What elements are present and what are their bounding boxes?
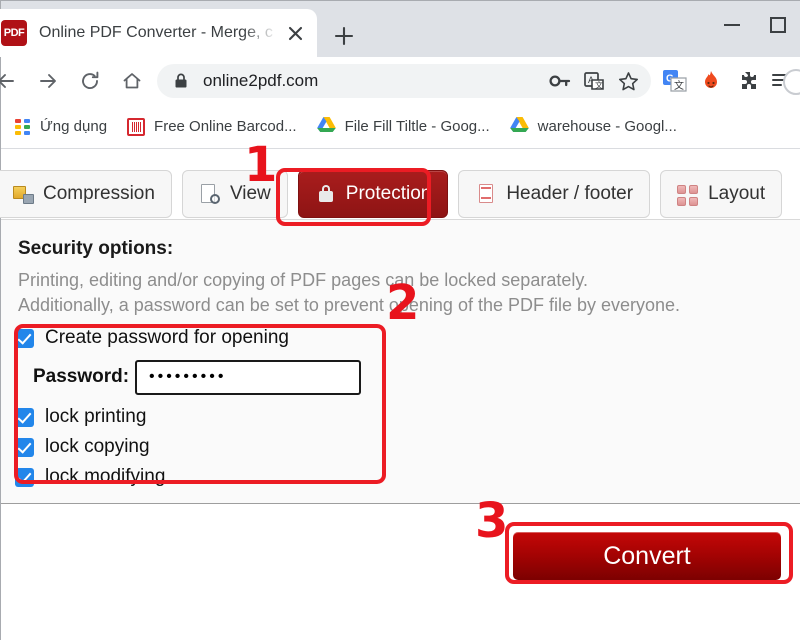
header-footer-icon [475, 183, 497, 205]
tab-label: Compression [43, 183, 155, 204]
bookmark-label: File Fill Tiltle - Goog... [344, 118, 490, 135]
google-translate-extension-icon[interactable]: G文 [657, 63, 693, 99]
checkbox-create-password[interactable] [15, 328, 34, 348]
option-label: lock modifying [45, 466, 166, 487]
options-tab-bar: Compression View Protection Header / foo… [0, 169, 800, 219]
convert-button[interactable]: Convert [511, 530, 783, 582]
bookmark-apps[interactable]: Ứng dụng [7, 112, 115, 142]
puzzle-extensions-icon[interactable] [729, 63, 765, 99]
checkbox-lock-copying[interactable] [15, 437, 34, 457]
fire-emoji-extension-icon[interactable] [693, 63, 729, 99]
option-create-password[interactable]: Create password for opening [15, 324, 387, 352]
tab-layout[interactable]: Layout [660, 170, 783, 218]
page-content: Compression View Protection Header / foo… [0, 149, 800, 640]
browser-window: PDF Online PDF Converter - Merge, c onli… [0, 0, 800, 640]
maximize-icon[interactable] [755, 5, 800, 45]
tab-protection[interactable]: Protection [297, 170, 449, 218]
annotation-number-3: 3 [475, 493, 509, 549]
back-arrow-icon[interactable] [0, 60, 27, 102]
reload-icon[interactable] [69, 60, 111, 102]
description-line-1: Printing, editing and/or copying of PDF … [18, 270, 589, 290]
tab-compression[interactable]: Compression [0, 170, 172, 218]
security-options-panel: Security options: Printing, editing and/… [1, 220, 800, 504]
option-label: lock printing [45, 406, 147, 427]
option-lock-printing[interactable]: lock printing [15, 403, 387, 431]
minimize-icon[interactable] [709, 5, 755, 45]
view-icon [199, 183, 221, 205]
pdf-favicon-icon: PDF [1, 20, 27, 46]
tab-label: Header / footer [506, 183, 634, 204]
option-label: Create password for opening [45, 327, 289, 348]
svg-text:文: 文 [595, 80, 603, 90]
compression-icon [12, 183, 34, 205]
security-options-group: Create password for opening Password: ••… [15, 324, 387, 487]
tab-strip: PDF Online PDF Converter - Merge, c [0, 1, 800, 57]
convert-area: Convert [1, 505, 800, 640]
google-drive-icon [509, 116, 529, 138]
bookmark-label: warehouse - Googl... [537, 118, 677, 135]
checkbox-lock-printing[interactable] [15, 407, 34, 427]
password-input[interactable]: ••••••••• [135, 359, 361, 395]
svg-text:文: 文 [674, 79, 684, 92]
browser-tab[interactable]: PDF Online PDF Converter - Merge, c [0, 9, 317, 57]
tab-title: Online PDF Converter - Merge, c [39, 24, 273, 41]
bookmark-label: Free Online Barcod... [154, 118, 297, 135]
browser-toolbar: online2pdf.com A文 G文 [0, 57, 800, 105]
home-icon[interactable] [111, 60, 153, 102]
tab-label: Protection [345, 183, 432, 204]
window-controls [709, 1, 800, 49]
bookmark-warehouse[interactable]: warehouse - Googl... [502, 112, 685, 142]
option-lock-modifying[interactable]: lock modifying [15, 463, 387, 491]
password-row: Password: ••••••••• [15, 357, 387, 397]
section-title: Security options: [18, 238, 174, 259]
checkbox-lock-modifying[interactable] [15, 467, 34, 487]
annotation-number-2: 2 [386, 275, 420, 331]
address-bar[interactable]: online2pdf.com A文 [157, 64, 651, 98]
option-label: lock copying [45, 436, 150, 457]
forward-arrow-icon[interactable] [27, 60, 69, 102]
translate-icon[interactable]: A文 [577, 66, 611, 96]
description-line-2: Additionally, a password can be set to p… [18, 295, 681, 315]
tab-header-footer[interactable]: Header / footer [458, 170, 651, 218]
section-description: Printing, editing and/or copying of PDF … [18, 268, 680, 318]
apps-grid-icon [15, 118, 31, 135]
tab-label: Layout [708, 183, 766, 204]
option-lock-copying[interactable]: lock copying [15, 433, 387, 461]
bookmark-label: Ứng dụng [40, 118, 108, 135]
annotation-number-1: 1 [244, 137, 278, 193]
lock-icon [315, 183, 337, 205]
new-tab-button[interactable] [329, 21, 359, 51]
google-drive-icon [316, 116, 336, 138]
password-label: Password: [33, 366, 130, 387]
lock-icon[interactable] [171, 73, 191, 89]
url-text[interactable]: online2pdf.com [203, 71, 543, 91]
key-icon[interactable] [543, 66, 577, 96]
layout-grid-icon [677, 183, 699, 206]
close-icon[interactable] [281, 19, 309, 47]
bookmark-star-icon[interactable] [611, 66, 645, 96]
bookmark-file-fill-tiltle[interactable]: File Fill Tiltle - Goog... [309, 112, 498, 142]
barcode-icon [127, 117, 146, 136]
bookmarks-bar: Ứng dụng Free Online Barcod... File Fill… [1, 105, 800, 149]
